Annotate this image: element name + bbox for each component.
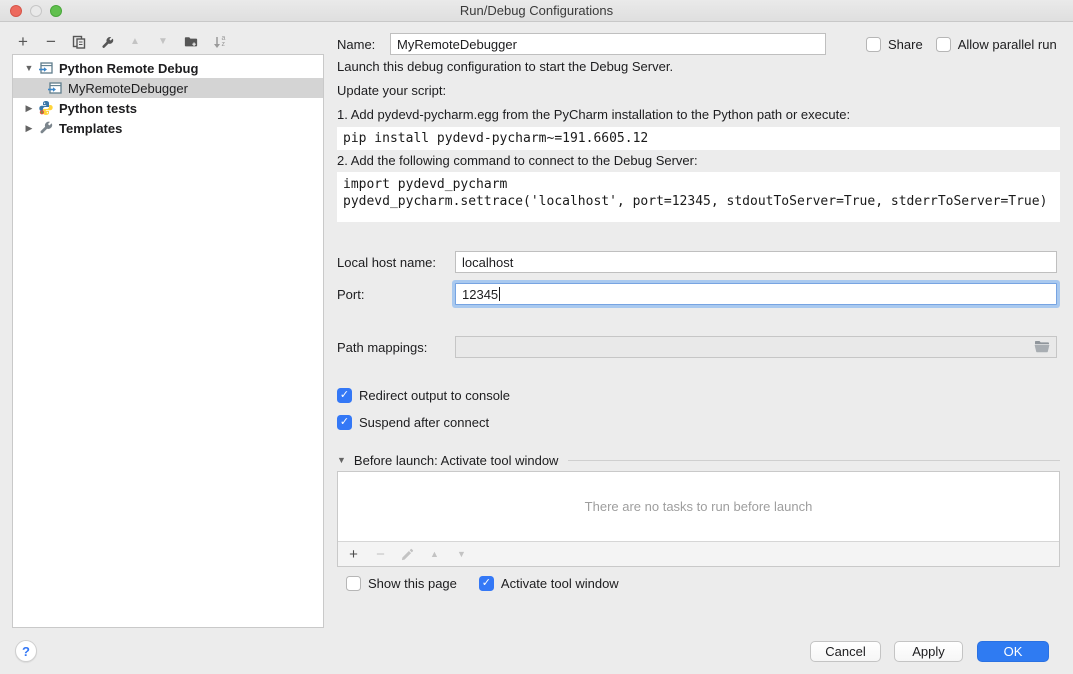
move-task-down-icon[interactable]: ▼	[455, 549, 468, 559]
tree-item-templates[interactable]: ▶ Templates	[13, 118, 323, 138]
tree-item-label: Python Remote Debug	[59, 61, 198, 76]
activate-tool-window-checkbox-row[interactable]: ✓ Activate tool window	[479, 576, 619, 591]
pip-install-code: pip install pydevd-pycharm~=191.6605.12	[337, 127, 1060, 150]
local-host-input[interactable]	[455, 251, 1057, 273]
add-configuration-icon[interactable]: +	[16, 34, 30, 50]
sort-letter-z: z	[222, 42, 226, 48]
suspend-label: Suspend after connect	[359, 415, 489, 430]
share-checkbox-row[interactable]: ✓ Share	[866, 37, 923, 52]
expander-closed-icon[interactable]: ▶	[23, 103, 35, 114]
collapse-triangle-icon[interactable]: ▼	[337, 455, 346, 465]
instructions-line-2: Update your script:	[337, 83, 446, 99]
tree-item-myremotedebugger[interactable]: MyRemoteDebugger	[13, 78, 323, 98]
tree-item-label: Python tests	[59, 101, 137, 116]
allow-parallel-checkbox[interactable]: ✓	[936, 37, 951, 52]
add-task-icon[interactable]: +	[347, 546, 360, 563]
settrace-code-line-2: pydevd_pycharm.settrace('localhost', por…	[343, 193, 1054, 210]
port-value: 12345	[462, 287, 498, 302]
before-launch-header[interactable]: ▼ Before launch: Activate tool window	[337, 452, 1060, 468]
port-input[interactable]: 12345	[455, 283, 1057, 305]
redirect-output-checkbox-row[interactable]: ✓ Redirect output to console	[337, 388, 510, 403]
instructions-step-2: 2. Add the following command to connect …	[337, 153, 698, 169]
configurations-toolbar: + − ▲ ▼ az	[16, 30, 226, 54]
suspend-checkbox-row[interactable]: ✓ Suspend after connect	[337, 415, 489, 430]
before-launch-tasks-box: There are no tasks to run before launch …	[337, 471, 1060, 567]
titlebar: Run/Debug Configurations	[0, 0, 1073, 22]
activate-tool-window-label: Activate tool window	[501, 576, 619, 591]
tree-item-python-remote-debug[interactable]: ▼ Python Remote Debug	[13, 58, 323, 78]
allow-parallel-checkbox-row[interactable]: ✓ Allow parallel run	[936, 37, 1057, 52]
tasks-toolbar: + − ▲ ▼	[338, 541, 1059, 566]
ok-button[interactable]: OK	[977, 641, 1049, 662]
tree-item-label: Templates	[59, 121, 122, 136]
instructions-step-1: 1. Add pydevd-pycharm.egg from the PyCha…	[337, 107, 850, 123]
text-caret	[499, 287, 500, 301]
help-button[interactable]: ?	[15, 640, 37, 662]
expander-open-icon[interactable]: ▼	[23, 63, 35, 73]
name-label: Name:	[337, 37, 375, 52]
python-icon	[38, 100, 54, 116]
apply-button[interactable]: Apply	[894, 641, 963, 662]
cancel-button[interactable]: Cancel	[810, 641, 881, 662]
empty-tasks-message: There are no tasks to run before launch	[338, 472, 1059, 541]
settrace-code-block: import pydevd_pycharm pydevd_pycharm.set…	[337, 172, 1060, 222]
suspend-checkbox[interactable]: ✓	[337, 415, 352, 430]
sort-alphabetically-icon[interactable]: az	[212, 34, 226, 50]
redirect-output-checkbox[interactable]: ✓	[337, 388, 352, 403]
header-rule	[568, 460, 1060, 461]
show-this-page-checkbox-row[interactable]: ✓ Show this page	[346, 576, 457, 591]
expander-closed-icon[interactable]: ▶	[23, 123, 35, 134]
redirect-output-label: Redirect output to console	[359, 388, 510, 403]
remove-configuration-icon[interactable]: −	[44, 34, 58, 50]
port-label: Port:	[337, 283, 455, 302]
tree-item-label: MyRemoteDebugger	[68, 81, 188, 96]
share-label: Share	[888, 37, 923, 52]
move-up-icon[interactable]: ▲	[128, 34, 142, 50]
copy-configuration-icon[interactable]	[72, 34, 86, 50]
page-options-row: ✓ Show this page ✓ Activate tool window	[337, 576, 619, 591]
new-folder-icon[interactable]	[184, 34, 198, 50]
before-launch-title: Before launch: Activate tool window	[354, 453, 559, 468]
show-this-page-label: Show this page	[368, 576, 457, 591]
browse-folder-icon[interactable]	[1034, 340, 1050, 356]
activate-tool-window-checkbox[interactable]: ✓	[479, 576, 494, 591]
settrace-code-line-1: import pydevd_pycharm	[343, 176, 1054, 193]
edit-task-pencil-icon[interactable]	[401, 548, 414, 561]
local-host-label: Local host name:	[337, 251, 455, 270]
share-checkbox[interactable]: ✓	[866, 37, 881, 52]
name-input[interactable]	[390, 33, 826, 55]
allow-parallel-label: Allow parallel run	[958, 37, 1057, 52]
path-mappings-label: Path mappings:	[337, 336, 455, 355]
remove-task-icon[interactable]: −	[374, 546, 387, 563]
show-this-page-checkbox[interactable]: ✓	[346, 576, 361, 591]
remote-debug-icon	[38, 60, 54, 76]
remote-debug-icon	[47, 80, 63, 96]
move-task-up-icon[interactable]: ▲	[428, 549, 441, 559]
window-title: Run/Debug Configurations	[0, 3, 1073, 18]
instructions-line-1: Launch this debug configuration to start…	[337, 59, 673, 75]
configurations-tree: ▼ Python Remote Debug MyRemoteDebugger ▶…	[12, 54, 324, 628]
path-mappings-input[interactable]	[455, 336, 1057, 358]
wrench-icon	[38, 120, 54, 136]
edit-defaults-wrench-icon[interactable]	[100, 34, 114, 50]
tree-item-python-tests[interactable]: ▶ Python tests	[13, 98, 323, 118]
move-down-icon[interactable]: ▼	[156, 34, 170, 50]
